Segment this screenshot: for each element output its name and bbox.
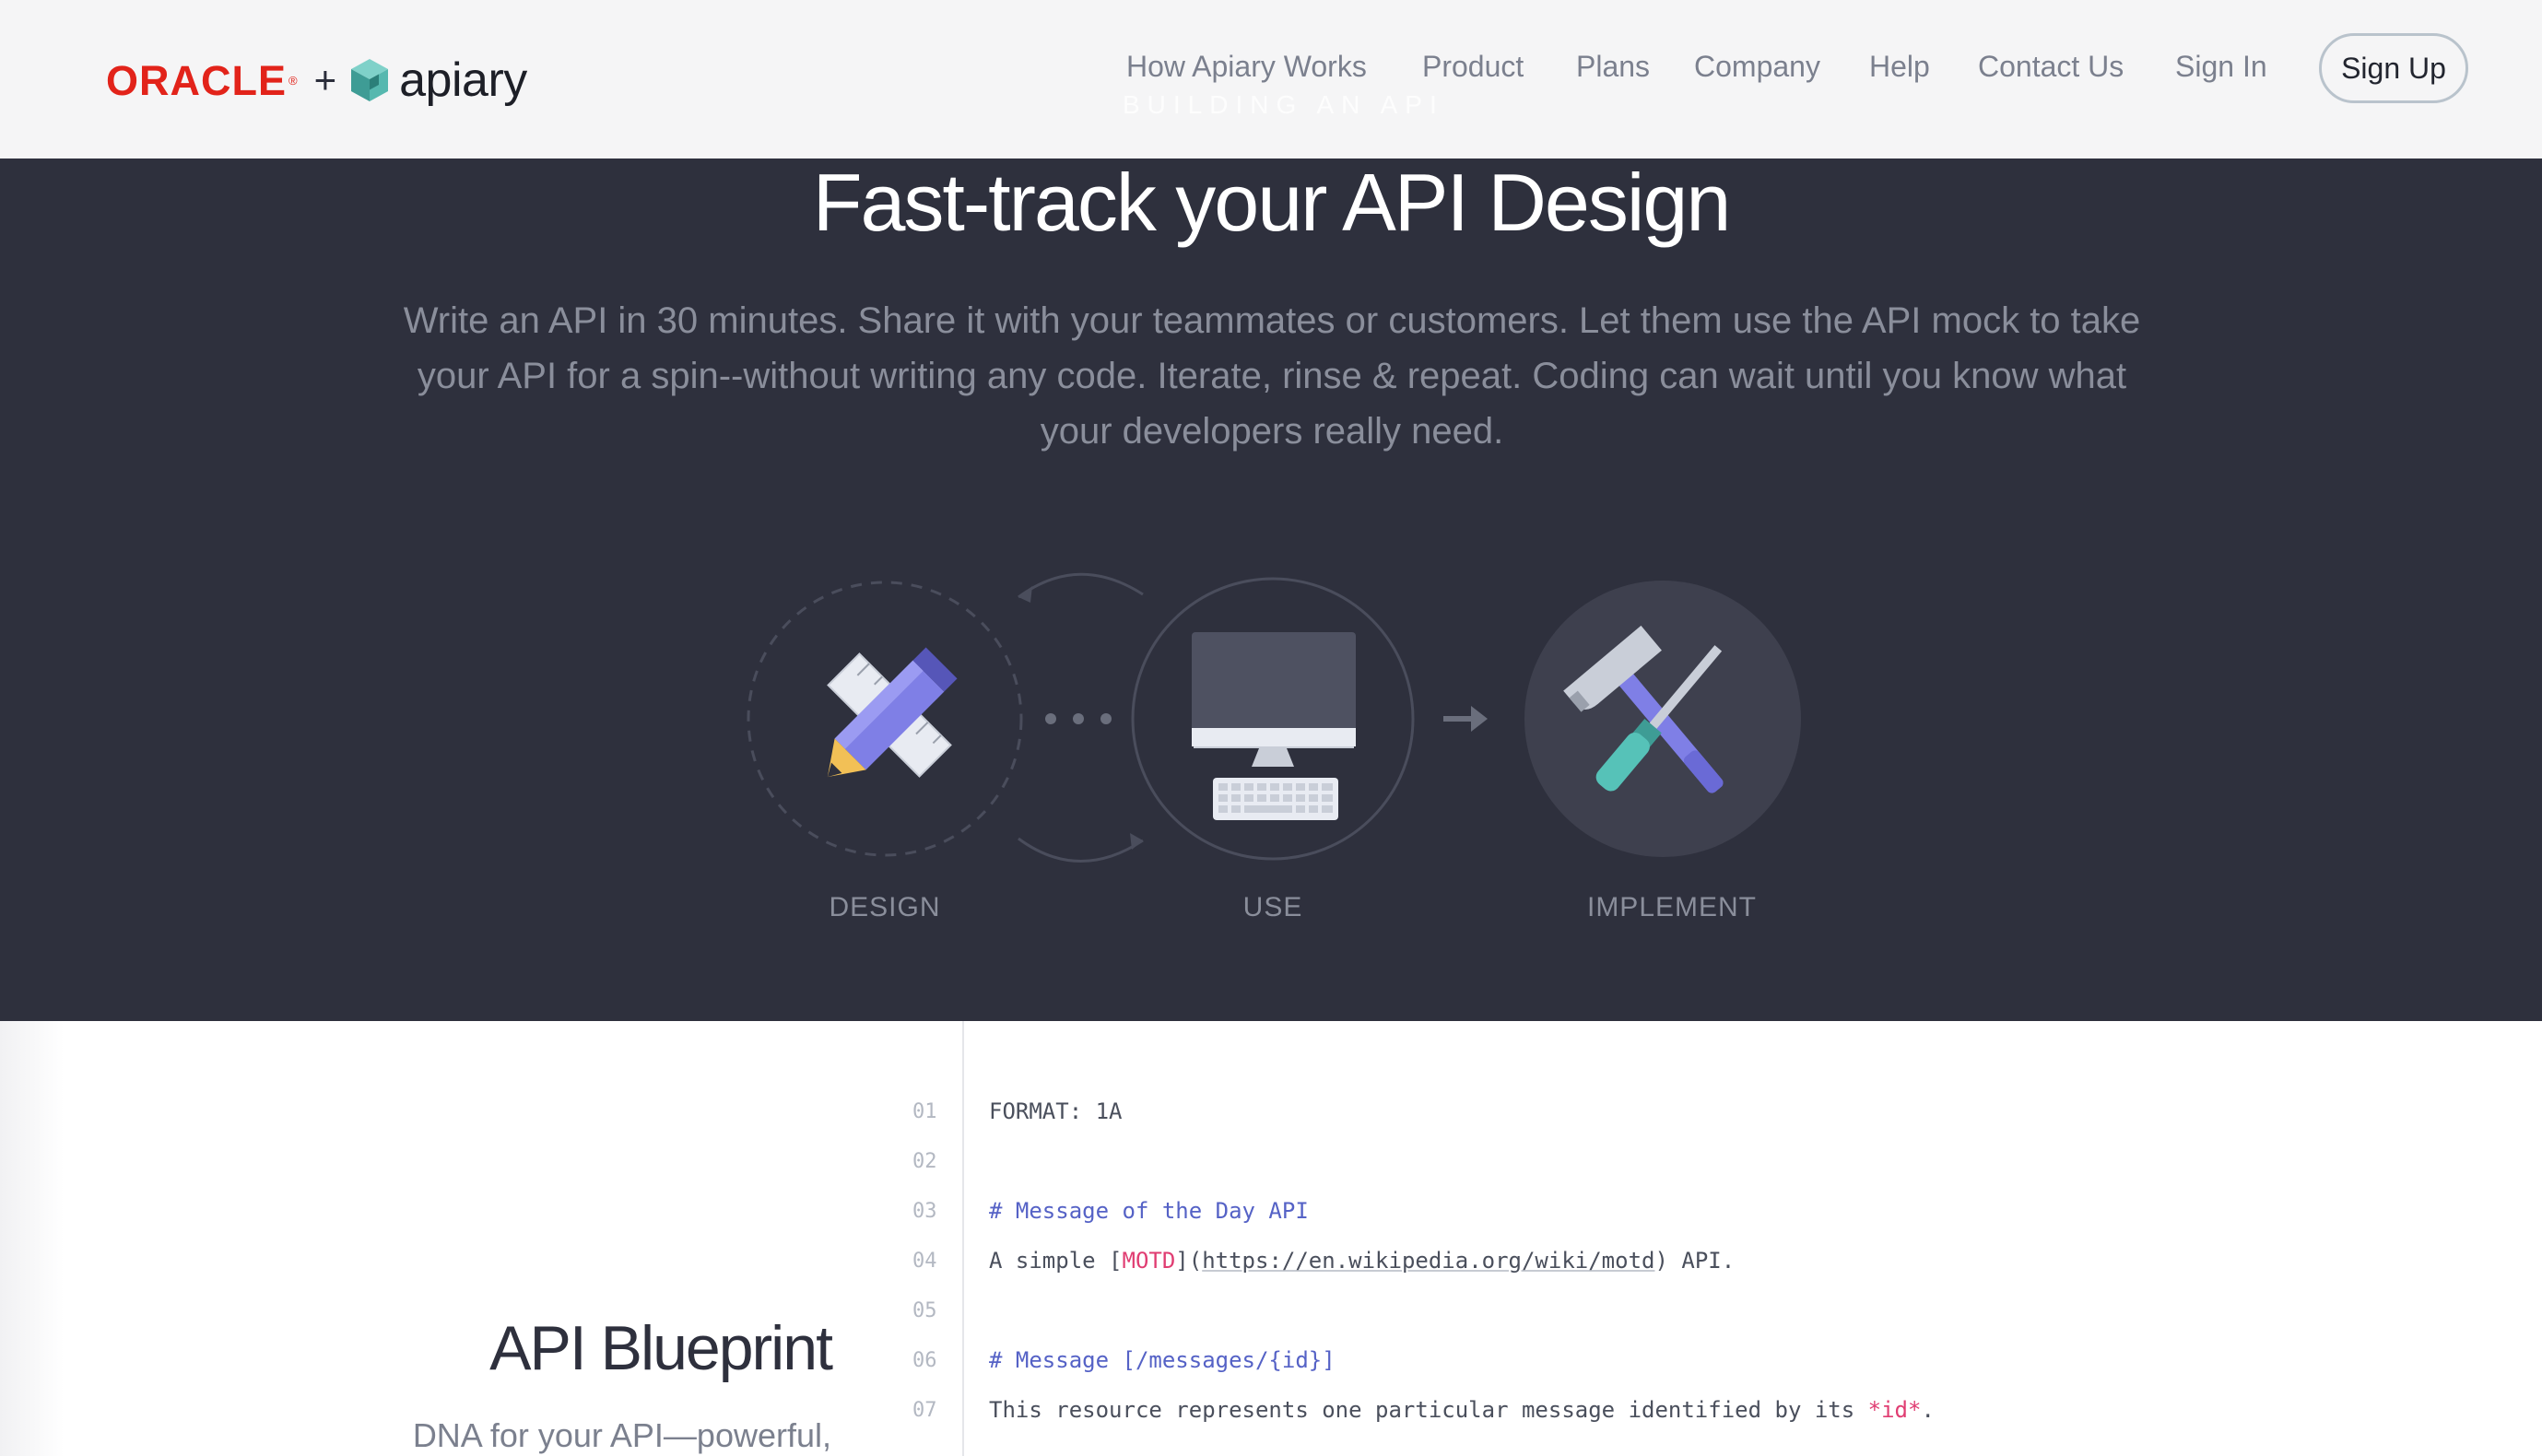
- code-line-3: # Message of the Day API: [989, 1198, 1309, 1224]
- step-label-design: DESIGN: [829, 892, 941, 922]
- nav-product[interactable]: Product: [1422, 50, 1524, 84]
- code-text: .: [1921, 1397, 1935, 1423]
- code-line-7: This resource represents one particular …: [989, 1397, 1935, 1423]
- line-number: 01: [912, 1100, 937, 1123]
- connector-dot: [1100, 713, 1112, 724]
- code-text: A simple [: [989, 1248, 1123, 1274]
- code-line-6: # Message [/messages/{id}]: [989, 1347, 1336, 1373]
- nav-sign-in[interactable]: Sign In: [2175, 50, 2267, 84]
- nav-help[interactable]: Help: [1869, 50, 1930, 84]
- code-editor: 01 02 03 04 05 06 07 FORMAT: 1A # Messag…: [0, 1021, 2542, 1456]
- code-emphasis: *id*: [1867, 1397, 1922, 1423]
- connector-dot: [1073, 713, 1084, 724]
- code-text: This resource represents one particular …: [989, 1397, 1868, 1423]
- line-number: 07: [912, 1399, 937, 1422]
- nav-company[interactable]: Company: [1694, 50, 1820, 84]
- line-number: 06: [912, 1349, 937, 1372]
- site-header: ORACLE ® + apiary BUILDING AN API How Ap…: [0, 0, 2542, 159]
- nav-contact-us[interactable]: Contact Us: [1978, 50, 2124, 84]
- code-text: ) API.: [1654, 1248, 1736, 1274]
- connector-dot: [1045, 713, 1056, 724]
- nav-plans[interactable]: Plans: [1576, 50, 1650, 84]
- line-number: 04: [912, 1250, 937, 1273]
- nav-how-apiary-works[interactable]: How Apiary Works: [1126, 50, 1367, 84]
- use-computer-icon: [1192, 632, 1356, 820]
- step-label-use: USE: [1242, 892, 1303, 922]
- hero-subtitle: Write an API in 30 minutes. Share it wit…: [403, 300, 2141, 452]
- code-text: ](: [1175, 1248, 1203, 1274]
- main-nav: How Apiary Works Product Plans Company H…: [0, 44, 2542, 100]
- sign-up-button[interactable]: Sign Up: [2319, 33, 2468, 103]
- code-link-url[interactable]: https://en.wikipedia.org/wiki/motd: [1202, 1248, 1654, 1274]
- code-link-text: MOTD: [1122, 1248, 1176, 1274]
- line-number: 03: [912, 1200, 937, 1223]
- step-label-implement: IMPLEMENT: [1586, 892, 1758, 922]
- code-line-4: A simple [MOTD](https://en.wikipedia.org…: [989, 1248, 1735, 1274]
- line-number: 02: [912, 1150, 937, 1173]
- hero-title: Fast-track your API Design: [812, 157, 1732, 248]
- line-number: 05: [912, 1299, 937, 1322]
- code-line-1: FORMAT: 1A: [989, 1098, 1123, 1124]
- page: ORACLE ® + apiary BUILDING AN API How Ap…: [0, 0, 2542, 1456]
